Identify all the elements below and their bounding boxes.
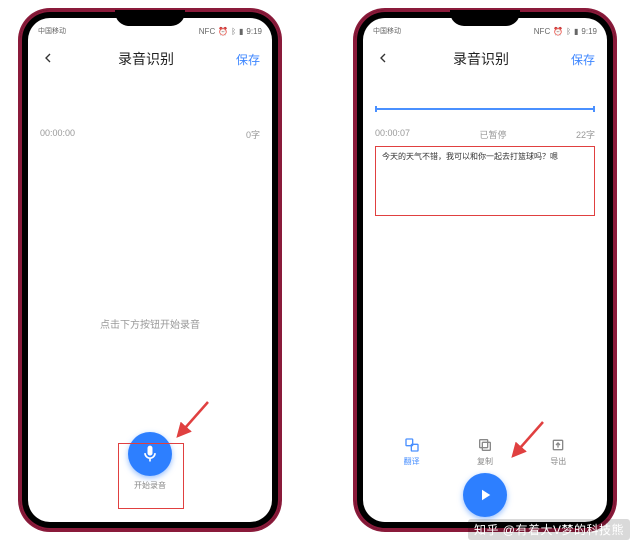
bt-icon: ᛒ (566, 27, 571, 36)
action-row: 翻译 复制 导出 (363, 436, 607, 467)
export-icon (549, 436, 567, 454)
play-button[interactable] (463, 473, 507, 517)
back-button[interactable] (375, 50, 391, 69)
batt-icon: ▮ (574, 27, 578, 36)
export-label: 导出 (550, 456, 566, 467)
body-right: 00:00:07 已暂停 22字 今天的天气不错，我可以和你一起去打篮球吗？嗯 … (363, 76, 607, 522)
arrow-right (505, 420, 545, 460)
char-count: 0字 (246, 128, 260, 141)
save-button[interactable]: 保存 (571, 51, 595, 68)
copy-icon (476, 436, 494, 454)
bt-icon: ᛒ (231, 27, 236, 36)
page-title: 录音识别 (391, 49, 571, 69)
elapsed-time: 00:00:00 (40, 128, 75, 141)
nfc-icon: NFC (534, 27, 550, 36)
screen-right: 中国移动 NFC ⏰ ᛒ ▮ 9:19 录音识别 保存 00:00:07 已暂停… (363, 18, 607, 522)
clock: 9:19 (581, 27, 597, 36)
notch (450, 10, 520, 26)
header: 录音识别 保存 (363, 42, 607, 76)
hint-text: 点击下方按钮开始录音 (28, 316, 272, 331)
batt-icon: ▮ (239, 27, 243, 36)
back-button[interactable] (40, 50, 56, 69)
translate-icon (403, 436, 421, 454)
phone-frame-right: 中国移动 NFC ⏰ ᛒ ▮ 9:19 录音识别 保存 00:00:07 已暂停… (355, 10, 615, 530)
alarm-icon: ⏰ (553, 27, 563, 36)
translate-label: 翻译 (404, 456, 420, 467)
translate-button[interactable]: 翻译 (403, 436, 421, 467)
watermark: 知乎 @有着大V梦的科技熊 (468, 519, 630, 540)
transcript-text: 今天的天气不错，我可以和你一起去打篮球吗？嗯 (382, 152, 558, 161)
clock: 9:19 (246, 27, 262, 36)
arrow-left (170, 400, 210, 440)
page-title: 录音识别 (56, 49, 236, 69)
copy-button[interactable]: 复制 (476, 436, 494, 467)
highlight-box-left (118, 443, 184, 509)
notch (115, 10, 185, 26)
meta-row: 00:00:00 0字 (40, 128, 260, 141)
carrier-label: 中国移动 (38, 28, 66, 35)
header: 录音识别 保存 (28, 42, 272, 76)
save-button[interactable]: 保存 (236, 51, 260, 68)
nfc-icon: NFC (199, 27, 215, 36)
alarm-icon: ⏰ (218, 27, 228, 36)
export-button[interactable]: 导出 (549, 436, 567, 467)
progress-line (375, 108, 595, 110)
transcript-box: 今天的天气不错，我可以和你一起去打篮球吗？嗯 (375, 146, 595, 216)
copy-label: 复制 (477, 456, 493, 467)
status-label: 已暂停 (480, 128, 507, 141)
elapsed-time: 00:00:07 (375, 128, 410, 141)
carrier-label: 中国移动 (373, 28, 401, 35)
char-count: 22字 (576, 128, 595, 141)
bottom-bar: 翻译 复制 导出 (363, 432, 607, 522)
meta-row: 00:00:07 已暂停 22字 (375, 128, 595, 141)
